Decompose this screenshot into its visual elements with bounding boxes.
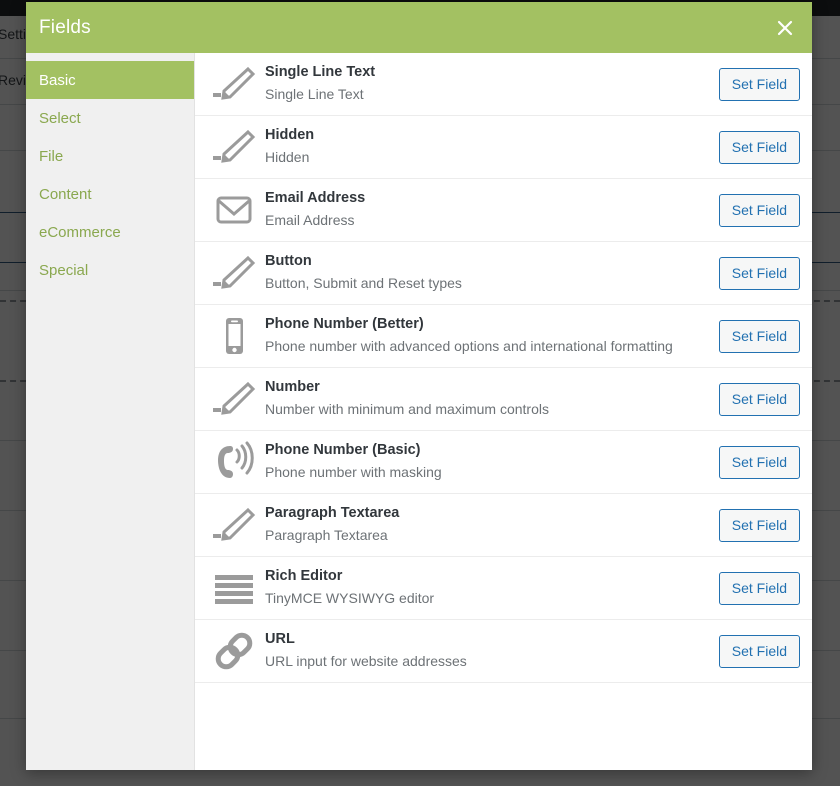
field-title: URL <box>265 631 295 648</box>
modal-body: Basic Select File Content eCommerce Spec… <box>26 53 812 770</box>
field-text: Number Number with minimum and maximum c… <box>265 377 719 420</box>
field-list: Single Line Text Single Line Text Set Fi… <box>195 53 812 770</box>
pencil-icon <box>203 127 265 167</box>
set-field-button[interactable]: Set Field <box>718 508 800 542</box>
field-description: Paragraph Textarea <box>265 527 388 544</box>
field-description: Phone number with advanced options and i… <box>265 338 673 355</box>
lines-icon <box>203 568 265 608</box>
field-row[interactable]: Phone Number (Better) Phone number with … <box>195 305 812 368</box>
close-icon[interactable] <box>770 13 800 43</box>
sidebar-item-label: Content <box>39 185 92 203</box>
field-text: Paragraph Textarea Paragraph Textarea <box>265 503 719 546</box>
link-chain-icon <box>203 629 265 673</box>
field-list-tail <box>195 683 812 743</box>
smartphone-icon <box>203 314 265 358</box>
field-description: URL input for website addresses <box>265 653 467 670</box>
field-text: Phone Number (Better) Phone number with … <box>265 314 719 357</box>
field-title: Phone Number (Better) <box>265 316 424 333</box>
field-text: URL URL input for website addresses <box>265 629 719 672</box>
sidebar-item-label: Special <box>39 261 89 279</box>
set-field-button[interactable]: Set Field <box>718 445 800 479</box>
field-title: Number <box>265 379 320 396</box>
field-description: Button, Submit and Reset types <box>265 275 462 292</box>
field-description: TinyMCE WYSIWYG editor <box>265 590 435 607</box>
field-title: Email Address <box>265 190 366 207</box>
set-field-button[interactable]: Set Field <box>718 634 800 668</box>
field-title: Single Line Text <box>265 64 376 81</box>
field-row[interactable]: Hidden Hidden Set Field <box>195 116 812 179</box>
sidebar-item-file[interactable]: File <box>26 137 194 175</box>
phone-ringing-icon <box>203 440 265 484</box>
field-text: Button Button, Submit and Reset types <box>265 251 719 294</box>
pencil-icon <box>203 505 265 545</box>
set-field-button[interactable]: Set Field <box>718 67 800 101</box>
sidebar-item-label: Select <box>39 109 81 127</box>
field-text: Single Line Text Single Line Text <box>265 62 719 105</box>
field-row[interactable]: Rich Editor TinyMCE WYSIWYG editor Set F… <box>195 557 812 620</box>
field-description: Hidden <box>265 149 310 166</box>
modal-title: Fields <box>39 16 91 38</box>
field-description: Number with minimum and maximum controls <box>265 401 549 418</box>
sidebar-item-content[interactable]: Content <box>26 175 194 213</box>
sidebar-item-special[interactable]: Special <box>26 251 194 289</box>
field-row[interactable]: Phone Number (Basic) Phone number with m… <box>195 431 812 494</box>
set-field-button[interactable]: Set Field <box>718 319 800 353</box>
modal-header: Fields <box>26 2 812 53</box>
sidebar-item-label: Basic <box>39 71 76 89</box>
set-field-button[interactable]: Set Field <box>718 571 800 605</box>
sidebar-item-label: File <box>39 147 64 165</box>
field-row[interactable]: Button Button, Submit and Reset types Se… <box>195 242 812 305</box>
envelope-icon <box>203 190 265 230</box>
field-description: Email Address <box>265 212 355 229</box>
category-sidebar: Basic Select File Content eCommerce Spec… <box>26 53 195 770</box>
pencil-icon <box>203 64 265 104</box>
set-field-button[interactable]: Set Field <box>718 382 800 416</box>
field-description: Phone number with masking <box>265 464 442 481</box>
field-row[interactable]: Number Number with minimum and maximum c… <box>195 368 812 431</box>
field-title: Hidden <box>265 127 315 144</box>
field-row[interactable]: Single Line Text Single Line Text Set Fi… <box>195 53 812 116</box>
field-row[interactable]: Paragraph Textarea Paragraph Textarea Se… <box>195 494 812 557</box>
field-text: Phone Number (Basic) Phone number with m… <box>265 440 719 483</box>
sidebar-item-basic[interactable]: Basic <box>26 61 194 99</box>
set-field-button[interactable]: Set Field <box>718 193 800 227</box>
field-title: Paragraph Textarea <box>265 505 400 522</box>
pencil-icon <box>203 379 265 419</box>
field-description: Single Line Text <box>265 86 364 103</box>
sidebar-item-select[interactable]: Select <box>26 99 194 137</box>
sidebar-item-label: eCommerce <box>39 223 121 241</box>
set-field-button[interactable]: Set Field <box>718 130 800 164</box>
field-title: Button <box>265 253 312 270</box>
field-row[interactable]: URL URL input for website addresses Set … <box>195 620 812 683</box>
pencil-icon <box>203 253 265 293</box>
field-title: Phone Number (Basic) <box>265 442 421 459</box>
field-title: Rich Editor <box>265 568 343 585</box>
field-text: Hidden Hidden <box>265 125 719 168</box>
set-field-button[interactable]: Set Field <box>718 256 800 290</box>
fields-modal: Fields Basic Select File Content eCommer… <box>26 2 812 770</box>
field-text: Rich Editor TinyMCE WYSIWYG editor <box>265 566 719 609</box>
sidebar-item-ecommerce[interactable]: eCommerce <box>26 213 194 251</box>
field-text: Email Address Email Address <box>265 188 719 231</box>
field-row[interactable]: Email Address Email Address Set Field <box>195 179 812 242</box>
